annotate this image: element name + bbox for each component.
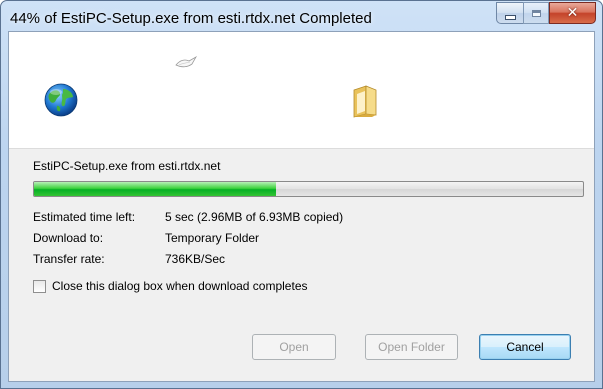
download-progress-fill — [34, 182, 276, 196]
flying-page-icon — [175, 56, 197, 68]
close-button[interactable]: ✕ — [549, 2, 596, 24]
download-dialog-window: 44% of EstiPC-Setup.exe from esti.rtdx.n… — [0, 0, 603, 389]
close-when-done-label: Close this dialog box when download comp… — [52, 279, 308, 293]
download-to-label: Download to: — [33, 231, 104, 245]
minimize-icon — [504, 14, 516, 20]
transfer-rate-value: 736KB/Sec — [165, 252, 226, 266]
download-progress-bar — [33, 181, 584, 197]
maximize-button[interactable] — [523, 2, 549, 24]
open-folder-button[interactable]: Open Folder — [365, 334, 458, 360]
download-animation-area — [9, 32, 594, 149]
estimated-time-value: 5 sec (2.96MB of 6.93MB copied) — [165, 210, 344, 224]
cancel-button[interactable]: Cancel — [479, 334, 571, 360]
caption-buttons: ✕ — [496, 2, 596, 28]
download-to-value: Temporary Folder — [165, 231, 260, 245]
folder-icon — [353, 85, 377, 118]
close-when-done-option[interactable]: Close this dialog box when download comp… — [33, 279, 308, 293]
download-filename-source: EstiPC-Setup.exe from esti.rtdx.net — [33, 159, 221, 173]
globe-icon — [44, 83, 78, 117]
open-button[interactable]: Open — [252, 334, 336, 360]
dialog-client-area: EstiPC-Setup.exe from esti.rtdx.net Esti… — [8, 31, 595, 382]
estimated-time-label: Estimated time left: — [33, 210, 136, 224]
minimize-button[interactable] — [496, 2, 523, 24]
close-when-done-checkbox[interactable] — [33, 279, 46, 293]
maximize-icon — [531, 9, 541, 17]
close-icon: ✕ — [566, 5, 579, 21]
transfer-rate-label: Transfer rate: — [33, 252, 105, 266]
window-title: 44% of EstiPC-Setup.exe from esti.rtdx.n… — [10, 10, 372, 27]
